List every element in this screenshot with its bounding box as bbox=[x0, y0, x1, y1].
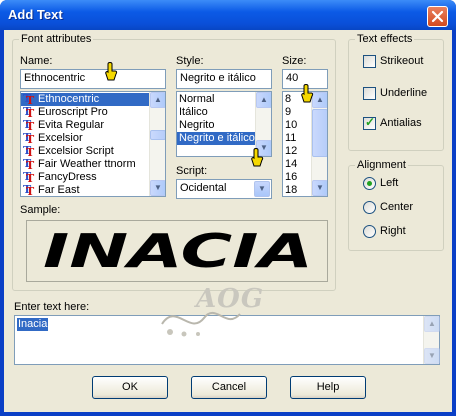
radio-selected-dot bbox=[367, 181, 372, 186]
truetype-font-icon: TT bbox=[23, 144, 35, 159]
size-list[interactable]: 8 9 10 11 12 14 16 18 ▲ ▼ bbox=[282, 91, 328, 197]
truetype-font-icon: TT bbox=[23, 118, 35, 133]
checkmark-icon: ✓ bbox=[365, 115, 376, 129]
font-name: Excelsior Script bbox=[38, 145, 114, 157]
truetype-font-icon: TT bbox=[23, 131, 35, 146]
scroll-down-button[interactable]: ▼ bbox=[424, 348, 440, 364]
script-combobox[interactable]: Ocidental ▼ bbox=[176, 179, 272, 199]
antialias-label[interactable]: Antialias bbox=[380, 117, 422, 129]
scroll-up-button[interactable]: ▲ bbox=[150, 92, 165, 108]
font-list-item[interactable]: T T Ethnocentric bbox=[21, 93, 149, 106]
svg-text:INACIA: INACIA bbox=[43, 224, 313, 278]
font-name: Euroscript Pro bbox=[38, 106, 108, 118]
truetype-font-icon: TT bbox=[23, 170, 35, 185]
hand-pointer-icon bbox=[251, 148, 264, 167]
font-list-item[interactable]: T T Excelsior bbox=[21, 132, 149, 145]
style-list-item[interactable]: Negrito e itálico bbox=[177, 132, 255, 145]
font-list-item[interactable]: T T FancyDress bbox=[21, 171, 149, 184]
add-text-dialog: Add Text Font attributes Name: Ethnocent… bbox=[0, 0, 456, 416]
enter-text-value: Inacia bbox=[17, 318, 49, 331]
close-icon bbox=[431, 10, 444, 23]
enter-text-label: Enter text here: bbox=[14, 301, 90, 313]
strikeout-checkbox[interactable] bbox=[363, 55, 376, 68]
help-button[interactable]: Help bbox=[290, 376, 366, 399]
scroll-up-button[interactable]: ▲ bbox=[424, 316, 440, 332]
window-title: Add Text bbox=[8, 7, 63, 22]
align-center-label[interactable]: Center bbox=[380, 201, 413, 213]
style-list-item[interactable]: Negrito bbox=[177, 119, 255, 132]
underline-checkbox[interactable] bbox=[363, 87, 376, 100]
text-area-scrollbar[interactable]: ▲ ▼ bbox=[423, 316, 440, 364]
font-name-input[interactable]: Ethnocentric bbox=[20, 69, 166, 89]
font-name: Far East bbox=[38, 184, 80, 196]
truetype-font-icon: TT bbox=[23, 183, 35, 197]
truetype-font-icon: TT bbox=[23, 157, 35, 172]
size-list-item[interactable]: 10 bbox=[283, 119, 311, 132]
align-right-label[interactable]: Right bbox=[380, 225, 406, 237]
font-list[interactable]: T T Ethnocentric T T Euroscript Pro T T Evita Re… bbox=[20, 91, 166, 197]
cancel-button[interactable]: Cancel bbox=[191, 376, 267, 399]
size-list-item[interactable]: 18 bbox=[283, 184, 311, 196]
scroll-down-button[interactable]: ▼ bbox=[312, 180, 327, 196]
title-bar[interactable]: Add Text bbox=[0, 0, 456, 30]
size-list-item[interactable]: 16 bbox=[283, 171, 311, 184]
size-list-item[interactable]: 14 bbox=[283, 158, 311, 171]
size-list-item[interactable]: 11 bbox=[283, 132, 311, 145]
close-button[interactable] bbox=[427, 6, 448, 27]
alignment-legend: Alignment bbox=[355, 159, 408, 171]
font-name: Ethnocentric bbox=[38, 93, 100, 105]
style-list-item[interactable]: Normal bbox=[177, 93, 255, 106]
sample-label: Sample: bbox=[20, 204, 61, 216]
truetype-font-icon: TT bbox=[23, 92, 35, 107]
font-list-scrollbar[interactable]: ▲ ▼ bbox=[149, 92, 165, 196]
size-label: Size: bbox=[282, 55, 307, 67]
font-name: Excelsior bbox=[38, 132, 83, 144]
font-list-item[interactable]: T T Euroscript Pro bbox=[21, 106, 149, 119]
scroll-up-button[interactable]: ▲ bbox=[256, 92, 271, 108]
align-left-radio[interactable] bbox=[363, 177, 376, 190]
antialias-checkbox[interactable]: ✓ bbox=[363, 115, 376, 130]
dialog-body: Font attributes Name: Ethnocentric T T Eth… bbox=[4, 30, 452, 412]
strikeout-label[interactable]: Strikeout bbox=[380, 55, 423, 67]
sample-preview: INACIA bbox=[26, 220, 328, 282]
truetype-font-icon: TT bbox=[23, 105, 35, 120]
underline-label[interactable]: Underline bbox=[380, 87, 427, 99]
script-value: Ocidental bbox=[180, 182, 227, 194]
hand-pointer-icon bbox=[105, 62, 118, 81]
name-label: Name: bbox=[20, 55, 53, 67]
align-center-radio[interactable] bbox=[363, 201, 376, 214]
script-label: Script: bbox=[176, 165, 208, 177]
style-input[interactable]: Negrito e itálico bbox=[176, 69, 272, 89]
sample-text-preview: INACIA bbox=[43, 224, 313, 278]
style-label: Style: bbox=[176, 55, 204, 67]
scroll-thumb[interactable] bbox=[312, 109, 327, 157]
font-attributes-legend: Font attributes bbox=[19, 33, 94, 45]
ok-button[interactable]: OK bbox=[92, 376, 168, 399]
scroll-thumb[interactable] bbox=[150, 130, 165, 140]
align-left-label[interactable]: Left bbox=[380, 177, 398, 189]
align-right-radio[interactable] bbox=[363, 225, 376, 238]
font-name: FancyDress bbox=[38, 171, 97, 183]
scroll-up-button[interactable]: ▲ bbox=[312, 92, 327, 108]
chevron-down-icon[interactable]: ▼ bbox=[254, 181, 270, 197]
hand-pointer-icon bbox=[301, 84, 314, 103]
style-list-scrollbar[interactable]: ▲ ▼ bbox=[255, 92, 271, 156]
size-list-item[interactable]: 9 bbox=[283, 106, 311, 119]
font-list-item[interactable]: T T Evita Regular bbox=[21, 119, 149, 132]
font-name: Evita Regular bbox=[38, 119, 105, 131]
font-list-item[interactable]: T T Excelsior Script bbox=[21, 145, 149, 158]
style-list-item[interactable]: Itálico bbox=[177, 106, 255, 119]
font-name: Fair Weather ttnorm bbox=[38, 158, 136, 170]
font-list-item[interactable]: T T Fair Weather ttnorm bbox=[21, 158, 149, 171]
size-list-item[interactable]: 12 bbox=[283, 145, 311, 158]
text-effects-legend: Text effects bbox=[355, 33, 415, 45]
font-list-item[interactable]: T T Far East bbox=[21, 183, 149, 197]
enter-text-area[interactable]: Inacia ▲ ▼ bbox=[14, 315, 440, 365]
scroll-down-button[interactable]: ▼ bbox=[150, 180, 165, 196]
size-list-scrollbar[interactable]: ▲ ▼ bbox=[311, 92, 327, 196]
